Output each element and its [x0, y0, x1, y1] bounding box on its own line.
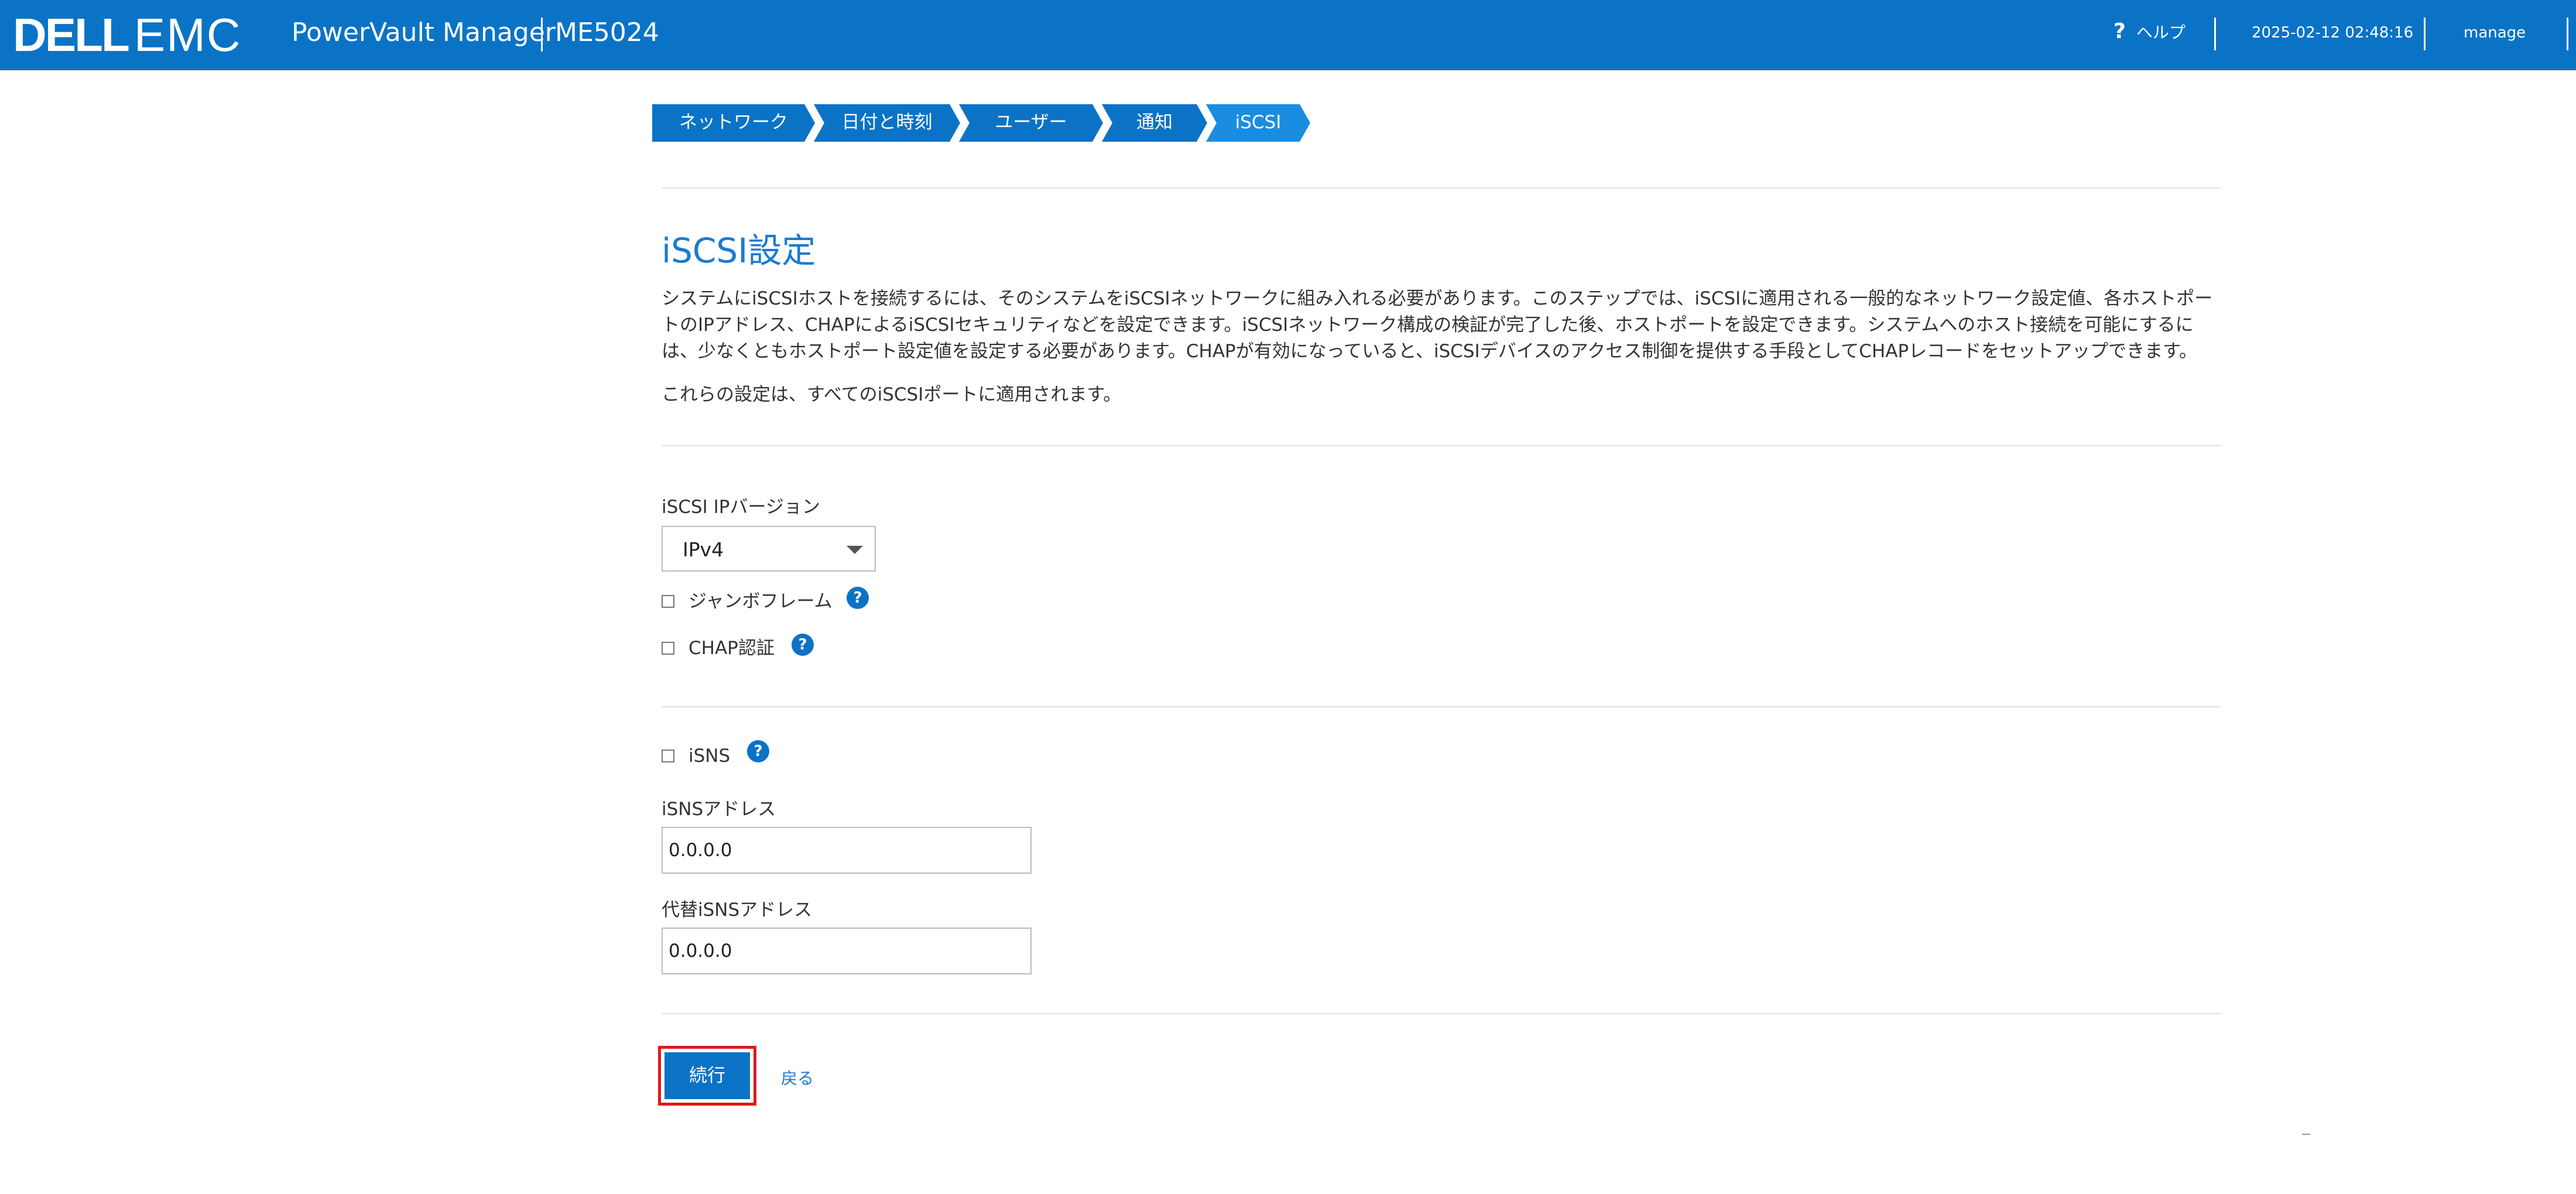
title-divider [541, 18, 543, 52]
help-button[interactable]: ? ヘルプ [2113, 0, 2186, 70]
wizard-step-label: 日付と時刻 [841, 112, 933, 133]
page-description: システムにiSCSIホストを接続するには、そのシステムをiSCSIネットワークに… [662, 288, 2213, 362]
divider [662, 706, 2221, 707]
chap-label: CHAP認証 [688, 638, 775, 659]
divider [662, 445, 2221, 446]
chap-checkbox[interactable] [662, 642, 674, 655]
system-model: ME5024 [555, 18, 659, 47]
dell-emc-logo: DELL EMC [13, 7, 242, 63]
help-icon: ? [2113, 19, 2126, 43]
jumbo-frame-checkbox[interactable] [662, 595, 674, 608]
wizard-step-label: iSCSI [1235, 112, 1282, 133]
continue-button[interactable]: 続行 [658, 1046, 756, 1106]
setup-wizard-steps: ネットワーク 日付と時刻 ユーザー 通知 iSCSI [652, 104, 1308, 142]
page-title: iSCSI設定 [662, 231, 816, 271]
ip-version-value: IPv4 [683, 538, 724, 561]
wizard-step-notifications[interactable]: 通知 [1102, 104, 1207, 142]
header-divider [2214, 18, 2216, 50]
wizard-step-users[interactable]: ユーザー [959, 104, 1103, 142]
help-icon[interactable]: ? [792, 634, 814, 656]
wizard-step-iscsi[interactable]: iSCSI [1206, 104, 1310, 142]
logo-dell-text: DELL [13, 9, 130, 61]
chevron-down-icon [847, 546, 863, 554]
isns-address-input[interactable] [662, 827, 1032, 874]
jumbo-frame-label: ジャンボフレーム [688, 591, 833, 612]
system-datetime: 2025-02-12 02:48:16 [2252, 24, 2414, 42]
logo-emc-text: EMC [133, 9, 242, 61]
alt-isns-address-label: 代替iSNSアドレス [662, 899, 813, 921]
help-icon[interactable]: ? [847, 587, 869, 609]
isns-label: iSNS [688, 745, 731, 767]
divider [662, 1013, 2221, 1014]
divider [662, 187, 2221, 189]
isns-checkbox[interactable] [662, 750, 674, 762]
wizard-step-label: ネットワーク [679, 112, 788, 133]
isns-address-label: iSNSアドレス [662, 799, 776, 820]
help-icon[interactable]: ? [747, 740, 769, 762]
header-divider [2567, 18, 2568, 50]
settings-note: これらの設定は、すべてのiSCSIポートに適用されます。 [662, 384, 1122, 405]
back-link[interactable]: 戻る [781, 1066, 814, 1089]
wizard-step-datetime[interactable]: 日付と時刻 [814, 104, 960, 142]
continue-button-label: 続行 [664, 1052, 750, 1099]
alt-isns-address-input[interactable] [662, 928, 1032, 974]
help-label: ヘルプ [2136, 23, 2186, 42]
ip-version-label: iSCSI IPバージョン [662, 497, 820, 518]
wizard-step-network[interactable]: ネットワーク [652, 104, 815, 142]
top-bar: DELL EMC PowerVault Manager ME5024 ? ヘルプ 2… [0, 0, 2576, 70]
wizard-step-label: 通知 [1136, 112, 1173, 133]
app-title: PowerVault Manager [292, 18, 556, 47]
corner-mark [2302, 1134, 2310, 1135]
user-menu[interactable]: manage [2464, 0, 2526, 70]
header-divider [2424, 18, 2426, 50]
ip-version-select[interactable]: IPv4 [662, 526, 876, 572]
wizard-step-label: ユーザー [995, 112, 1067, 133]
